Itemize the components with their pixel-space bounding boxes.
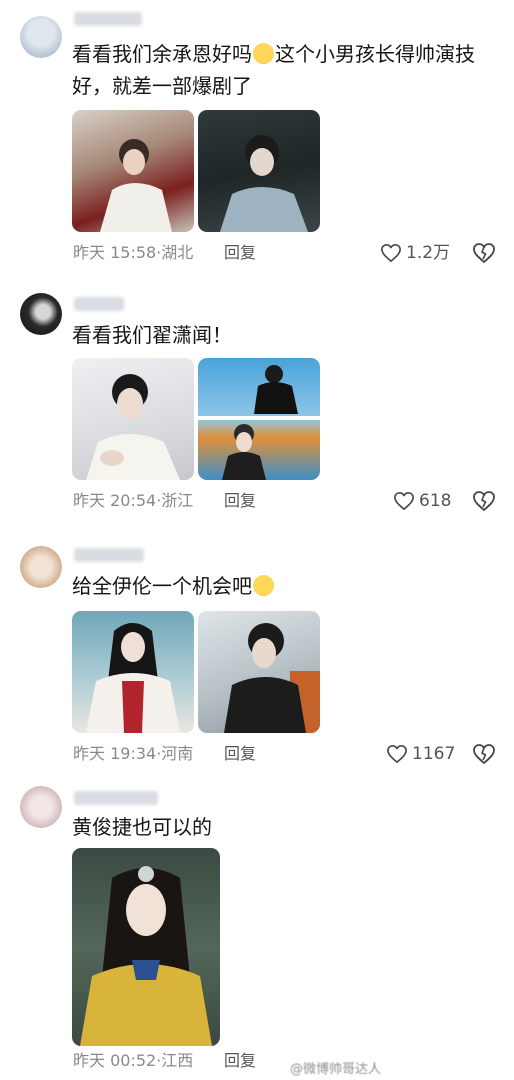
broken-heart-icon[interactable]	[472, 242, 496, 264]
comment-meta: 昨天 00:52·江西	[73, 1051, 194, 1070]
comment-text: 给全伊伦一个机会吧	[72, 570, 492, 602]
comment-time: 昨天 15:58	[73, 243, 157, 262]
comment-text: 看看我们翟潇闻！	[72, 323, 232, 347]
like-button[interactable]: 618	[393, 491, 451, 511]
avatar[interactable]	[20, 16, 62, 58]
avatar[interactable]	[20, 293, 62, 335]
username-blurred[interactable]	[74, 548, 144, 562]
comment-meta: 昨天 20:54·浙江	[73, 491, 194, 510]
like-button[interactable]: 1167	[386, 744, 455, 764]
comment-photo[interactable]	[198, 358, 320, 480]
comment-time: 昨天 00:52	[73, 1051, 157, 1070]
avatar[interactable]	[20, 546, 62, 588]
like-count: 1.2万	[406, 243, 451, 263]
avatar[interactable]	[20, 786, 62, 828]
username-blurred[interactable]	[74, 297, 124, 311]
username-blurred[interactable]	[74, 12, 142, 26]
broken-heart-icon[interactable]	[472, 743, 496, 765]
comment-photo[interactable]	[198, 611, 320, 733]
comment-photo[interactable]	[72, 611, 194, 733]
comment-time: 昨天 19:34	[73, 744, 157, 763]
comment-photo[interactable]	[72, 110, 194, 232]
comment-location: 江西	[161, 1051, 194, 1070]
reply-button[interactable]: 回复	[224, 744, 256, 764]
comment-photo[interactable]	[72, 358, 194, 480]
watermark: @微博帅哥达人	[290, 1062, 382, 1077]
comment-text: 黄俊捷也可以的	[72, 815, 212, 839]
comment-text: 看看我们余承恩好吗 这个小男孩长得帅演技好，就差一部爆剧了	[72, 42, 475, 98]
heart-outline-icon	[380, 243, 402, 263]
comment-location: 浙江	[161, 491, 194, 510]
crying-face-emoji	[253, 43, 274, 64]
pleading-face-emoji	[253, 575, 274, 596]
reply-button[interactable]: 回复	[224, 491, 256, 511]
like-button[interactable]: 1.2万	[380, 243, 450, 263]
comment-time: 昨天 20:54	[73, 491, 157, 510]
comment-location: 河南	[161, 744, 194, 763]
like-count: 618	[419, 491, 452, 511]
reply-button[interactable]: 回复	[224, 1051, 256, 1071]
like-count: 1167	[412, 744, 456, 764]
comment-location: 湖北	[161, 243, 194, 262]
comment-meta: 昨天 15:58·湖北	[73, 243, 194, 262]
username-blurred[interactable]	[74, 791, 158, 805]
comment-meta: 昨天 19:34·河南	[73, 744, 194, 763]
comment-photo[interactable]	[198, 110, 320, 232]
reply-button[interactable]: 回复	[224, 243, 256, 263]
heart-outline-icon	[386, 744, 408, 764]
broken-heart-icon[interactable]	[472, 490, 496, 512]
comment-photo[interactable]	[72, 848, 220, 1046]
heart-outline-icon	[393, 491, 415, 511]
